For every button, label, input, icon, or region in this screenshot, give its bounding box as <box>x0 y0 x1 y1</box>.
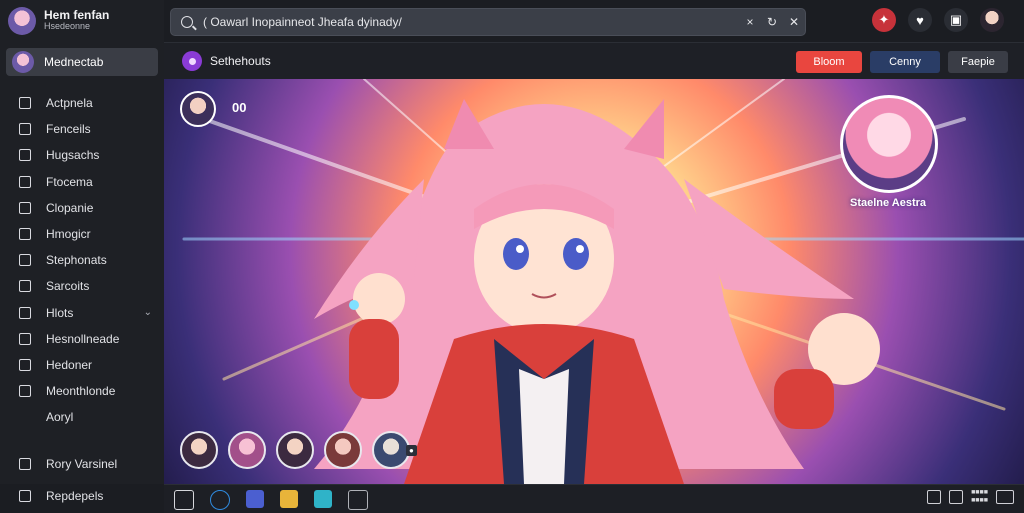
sidebar-item[interactable]: Hedoner <box>0 352 164 378</box>
sidebar-item-label: Aoryl <box>46 410 74 425</box>
sidebar-item[interactable]: Stephonats <box>0 247 164 273</box>
bookmark-icon <box>18 227 32 241</box>
sidebar-item-label: Hugsachs <box>46 148 100 163</box>
sidebar-item[interactable]: Aoryl <box>0 404 164 430</box>
follow-button[interactable]: Bloom <box>796 51 862 73</box>
taskbar: ■■■■ ■■■■ <box>164 484 1024 513</box>
blank-icon <box>18 410 32 424</box>
square-icon <box>18 306 32 320</box>
sidebar-item[interactable]: Ftocema <box>0 169 164 195</box>
sidebar-item[interactable]: Actpnela <box>0 90 164 116</box>
network-icon[interactable] <box>949 490 964 504</box>
channel-icon <box>182 51 202 71</box>
profile-subtitle: Hsedeonne <box>44 21 91 31</box>
chevron-down-icon[interactable]: ⌄ <box>144 307 152 318</box>
image-icon <box>18 175 32 189</box>
sidebar-item-label: Clopanie <box>46 200 94 215</box>
avatar <box>12 51 34 73</box>
clock-icon <box>18 279 32 293</box>
refresh-button[interactable]: ↻ <box>761 15 783 29</box>
sidebar-item-label: Hedoner <box>46 357 93 372</box>
app-icon[interactable] <box>246 490 264 508</box>
sidebar-item-label: Actpnela <box>46 96 93 111</box>
sidebar-item[interactable]: Hlots ⌄ <box>0 300 164 326</box>
stream-video[interactable]: 00 Staelne Aestra ● <box>164 79 1024 484</box>
avatar[interactable] <box>324 431 362 469</box>
sidebar-item-label: Rory Varsinel <box>46 457 118 471</box>
search-icon <box>181 16 193 28</box>
book-icon <box>18 96 32 110</box>
sidebar-item-label: Sarcoits <box>46 279 90 294</box>
clock[interactable]: ■■■■ ■■■■ <box>971 489 988 505</box>
chevron-up-icon[interactable] <box>927 490 942 504</box>
avatar[interactable] <box>228 431 266 469</box>
viewer-count: 00 <box>232 100 247 115</box>
profile-name: Hem fenfan <box>44 8 110 22</box>
pin-icon <box>18 122 32 136</box>
notifications-icon[interactable]: ✦ <box>872 8 896 32</box>
stream-header: Sethehouts Bloom Cenny Faepie <box>164 42 1024 79</box>
terminal-icon <box>18 332 32 346</box>
profile-header[interactable]: Hem fenfan Hsedeonne <box>8 4 158 38</box>
sidebar-item[interactable]: Sarcoits <box>0 273 164 299</box>
grid-icon <box>18 201 32 215</box>
chat-icon[interactable]: ▣ <box>944 8 968 32</box>
sidebar: Hem fenfan Hsedeonne Mednectab Actpnela F… <box>0 0 165 503</box>
search-bar[interactable]: ( Oawarl Inopainneot Jheafa dyinady/ × ↻… <box>170 8 806 36</box>
sidebar-item-active[interactable]: Mednectab <box>6 48 158 76</box>
sidebar-item[interactable]: Hmogicr <box>0 221 164 247</box>
sidebar-item-label: Fenceils <box>46 122 91 137</box>
start-icon[interactable] <box>174 490 194 510</box>
sidebar-item[interactable]: Meonthlonde <box>0 378 164 404</box>
avatar[interactable] <box>8 7 36 35</box>
sidebar-item[interactable]: Clopanie <box>0 195 164 221</box>
sidebar-item-label: Hesnollneade <box>46 331 120 346</box>
list-icon <box>18 148 32 162</box>
search-input[interactable]: ( Oawarl Inopainneot Jheafa dyinady/ <box>203 15 739 29</box>
sidebar-item[interactable]: Hugsachs <box>0 142 164 168</box>
streamer-avatar[interactable] <box>180 91 216 127</box>
search-icon[interactable] <box>210 490 230 510</box>
sidebar-item-label: Meonthlonde <box>46 384 116 399</box>
sidebar-nav: Actpnela Fenceils Hugsachs Ftocema Clopanie H… <box>0 90 164 430</box>
sidebar-item-label: Ftocema <box>46 174 93 189</box>
sidebar-item-label: Stephonats <box>46 253 107 268</box>
store-icon[interactable] <box>314 490 332 508</box>
pen-icon <box>18 384 32 398</box>
heart-icon <box>18 457 32 471</box>
folder-icon[interactable] <box>280 490 298 508</box>
avatar[interactable] <box>276 431 314 469</box>
avatar[interactable] <box>372 431 410 469</box>
sidebar-item-label: Hmogicr <box>46 227 91 242</box>
sidebar-item[interactable]: Fenceils <box>0 116 164 142</box>
clear-button[interactable]: × <box>739 15 761 29</box>
top-bar: ( Oawarl Inopainneot Jheafa dyinady/ × ↻… <box>164 0 1024 42</box>
featured-avatar[interactable] <box>840 95 938 193</box>
avatar[interactable] <box>180 431 218 469</box>
document-icon <box>18 358 32 372</box>
chat-avatars: ● <box>180 431 417 469</box>
heart-icon[interactable]: ♥ <box>908 8 932 32</box>
sidebar-item[interactable]: Repdepels <box>0 480 164 512</box>
sidebar-item[interactable]: Hesnollneade <box>0 326 164 352</box>
user-avatar[interactable] <box>980 8 1004 32</box>
channel-info[interactable]: Sethehouts <box>182 51 271 71</box>
sidebar-item-label: Repdepels <box>46 489 104 503</box>
subscribe-button[interactable]: Cenny <box>870 51 940 73</box>
channel-name: Sethehouts <box>210 54 271 68</box>
share-button[interactable]: Faepie <box>948 51 1008 73</box>
close-button[interactable]: ✕ <box>783 15 805 29</box>
settings-icon[interactable] <box>348 490 368 510</box>
sidebar-nav-bottom: Rory Varsinel Repdepels <box>0 448 164 512</box>
folder-icon <box>18 253 32 267</box>
notification-icon[interactable] <box>996 490 1014 504</box>
sidebar-item[interactable]: Rory Varsinel <box>0 448 164 480</box>
live-badge: ● <box>406 444 417 456</box>
sidebar-item-label: Hlots <box>46 305 74 320</box>
gear-icon <box>18 489 32 503</box>
featured-caption: Staelne Aestra <box>849 197 927 209</box>
sidebar-item-label: Mednectab <box>44 55 104 69</box>
